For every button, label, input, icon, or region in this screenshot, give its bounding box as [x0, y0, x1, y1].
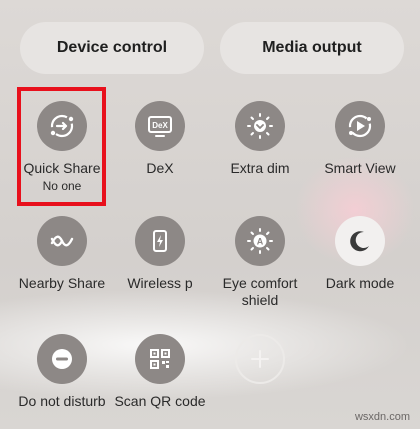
tile-wireless-powershare[interactable]: Wireless p [110, 216, 210, 292]
tile-do-not-disturb[interactable]: Do not disturb [12, 334, 112, 410]
tile-label: DeX [146, 160, 174, 176]
dex-icon-text: DeX [152, 121, 168, 130]
tile-label: Nearby Share [18, 275, 106, 291]
wireless-powershare-icon [135, 216, 185, 266]
tile-label: Eye comfort shield [222, 275, 298, 308]
nearby-share-icon [37, 216, 87, 266]
media-output-button[interactable]: Media output [220, 22, 404, 74]
tile-smart-view[interactable]: Smart View [310, 101, 410, 177]
tile-label: Dark mode [325, 275, 395, 291]
add-tile-button[interactable] [210, 334, 310, 384]
tile-scan-qr-code[interactable]: Scan QR code [110, 334, 210, 410]
watermark: wsxdn.com [354, 411, 410, 423]
smart-view-icon [335, 101, 385, 151]
highlight-box [17, 87, 106, 206]
dex-icon: DeX [135, 101, 185, 151]
tile-label: Extra dim [230, 160, 290, 176]
tile-label: Scan QR code [114, 393, 206, 409]
moon-icon [335, 216, 385, 266]
tile-dark-mode[interactable]: Dark mode [310, 216, 410, 292]
device-control-button[interactable]: Device control [20, 22, 204, 74]
tile-eye-comfort-shield[interactable]: A Eye comfort shield [210, 216, 310, 309]
tile-label: Smart View [324, 160, 396, 176]
tile-nearby-share[interactable]: Nearby Share [12, 216, 112, 292]
eye-comfort-icon: A [235, 216, 285, 266]
media-output-label: Media output [262, 39, 362, 56]
minus-icon [37, 334, 87, 384]
tile-label: Do not disturb [18, 393, 106, 409]
tile-label: Wireless p [127, 275, 193, 291]
plus-icon [235, 334, 285, 384]
tile-dex[interactable]: DeX DeX [110, 101, 210, 177]
tile-extra-dim[interactable]: Extra dim [210, 101, 310, 177]
eye-comfort-icon-text: A [257, 237, 264, 247]
extra-dim-icon [235, 101, 285, 151]
qr-code-icon [135, 334, 185, 384]
device-control-label: Device control [56, 39, 168, 56]
